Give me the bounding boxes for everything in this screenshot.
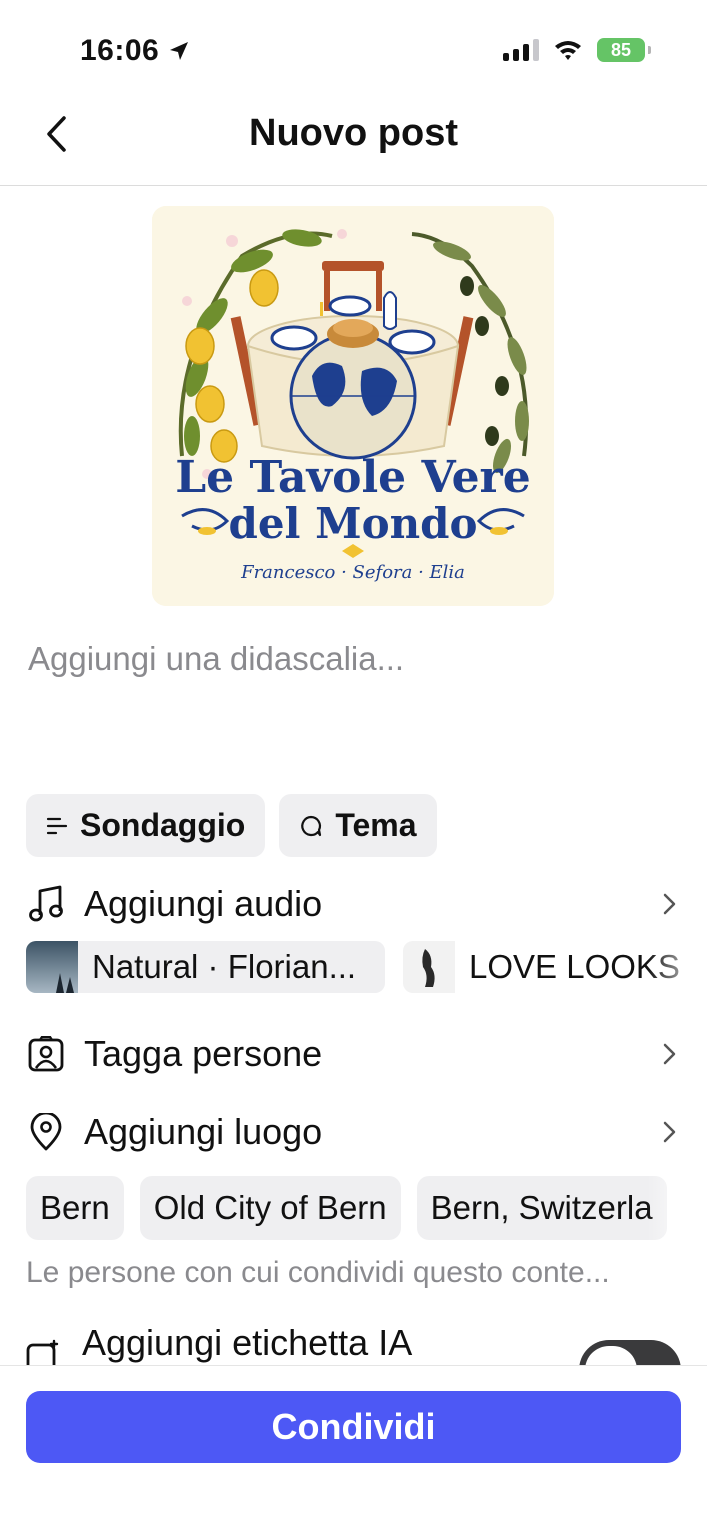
place-suggestion-chip[interactable]: Bern, Switzerla — [416, 1176, 667, 1240]
ai-label-icon — [26, 1339, 59, 1366]
audio-suggestion-chip[interactable]: Natural · Florian... — [26, 941, 385, 993]
poll-chip[interactable]: Sondaggio — [26, 794, 266, 857]
add-audio-label: Aggiungi audio — [84, 883, 323, 924]
battery-level: 85 — [610, 39, 632, 60]
audio-suggestions: Natural · Florian... LOVE LOOKS — [26, 941, 707, 993]
status-indicators: 85 — [503, 38, 651, 62]
chevron-right-icon — [663, 1121, 676, 1143]
audio-suggestion-label: Natural · Florian... — [92, 948, 357, 985]
artwork-title-line2: del Mondo — [228, 499, 477, 548]
page-title: Nuovo post — [249, 112, 458, 154]
audio-suggestion-chip[interactable]: LOVE LOOKS — [403, 941, 707, 993]
topic-chip-label: Tema — [335, 807, 417, 843]
audio-suggestion-label: LOVE LOOKS — [469, 948, 680, 985]
place-suggestion-chip[interactable]: Old City of Bern — [139, 1176, 401, 1240]
tag-person-icon — [26, 1034, 66, 1074]
ai-label-toggle[interactable] — [579, 1340, 681, 1366]
wifi-icon — [555, 41, 581, 60]
tag-people-row[interactable]: Tagga persone — [26, 1030, 681, 1078]
chip-row: Sondaggio Tema — [26, 794, 437, 857]
place-suggestion-chip[interactable]: Bern — [26, 1176, 124, 1240]
poll-chip-label: Sondaggio — [80, 807, 246, 843]
location-arrow-icon — [170, 42, 189, 60]
header: Nuovo post — [0, 100, 707, 186]
chevron-right-icon — [663, 1043, 676, 1065]
status-bar: 16:06 85 — [0, 0, 707, 100]
add-location-label: Aggiungi luogo — [84, 1111, 323, 1152]
artwork-signature: Francesco · Sefora · Elia — [240, 562, 465, 583]
album-cover-natural — [26, 941, 78, 993]
poll-icon — [46, 817, 68, 834]
topic-bubble-icon — [301, 815, 322, 836]
add-audio-row[interactable]: Aggiungi audio — [26, 880, 681, 928]
location-pin-icon — [26, 1112, 66, 1152]
status-time: 16:06 — [80, 34, 191, 68]
artwork-title-line1: Le Tavole Vere — [175, 452, 531, 503]
share-button[interactable]: Condividi — [26, 1391, 681, 1463]
caption-input[interactable]: Aggiungi una didascalia... — [28, 640, 404, 678]
topic-chip[interactable]: Tema — [279, 794, 437, 857]
ai-label-row[interactable]: Aggiungi etichetta IA — [26, 1320, 681, 1366]
place-suggestions: Bern Old City of Bern Bern, Switzerla — [26, 1176, 667, 1240]
cellular-signal-icon — [503, 39, 539, 61]
clock-text: 16:06 — [80, 34, 160, 67]
battery-indicator: 85 — [597, 38, 651, 62]
chevron-right-icon — [663, 893, 676, 915]
add-location-row[interactable]: Aggiungi luogo — [26, 1108, 681, 1156]
tag-people-label: Tagga persone — [84, 1033, 323, 1074]
album-cover-love-looks — [403, 941, 455, 993]
post-image[interactable]: Le Tavole Vere del Mondo Francesco · Sef… — [152, 206, 554, 606]
bottom-bar: Condividi — [0, 1365, 707, 1536]
music-note-icon — [26, 884, 66, 924]
share-note: Le persone con cui condividi questo cont… — [26, 1256, 610, 1289]
post-artwork: Le Tavole Vere del Mondo Francesco · Sef… — [152, 206, 554, 606]
ai-label-text: Aggiungi etichetta IA — [82, 1322, 413, 1363]
